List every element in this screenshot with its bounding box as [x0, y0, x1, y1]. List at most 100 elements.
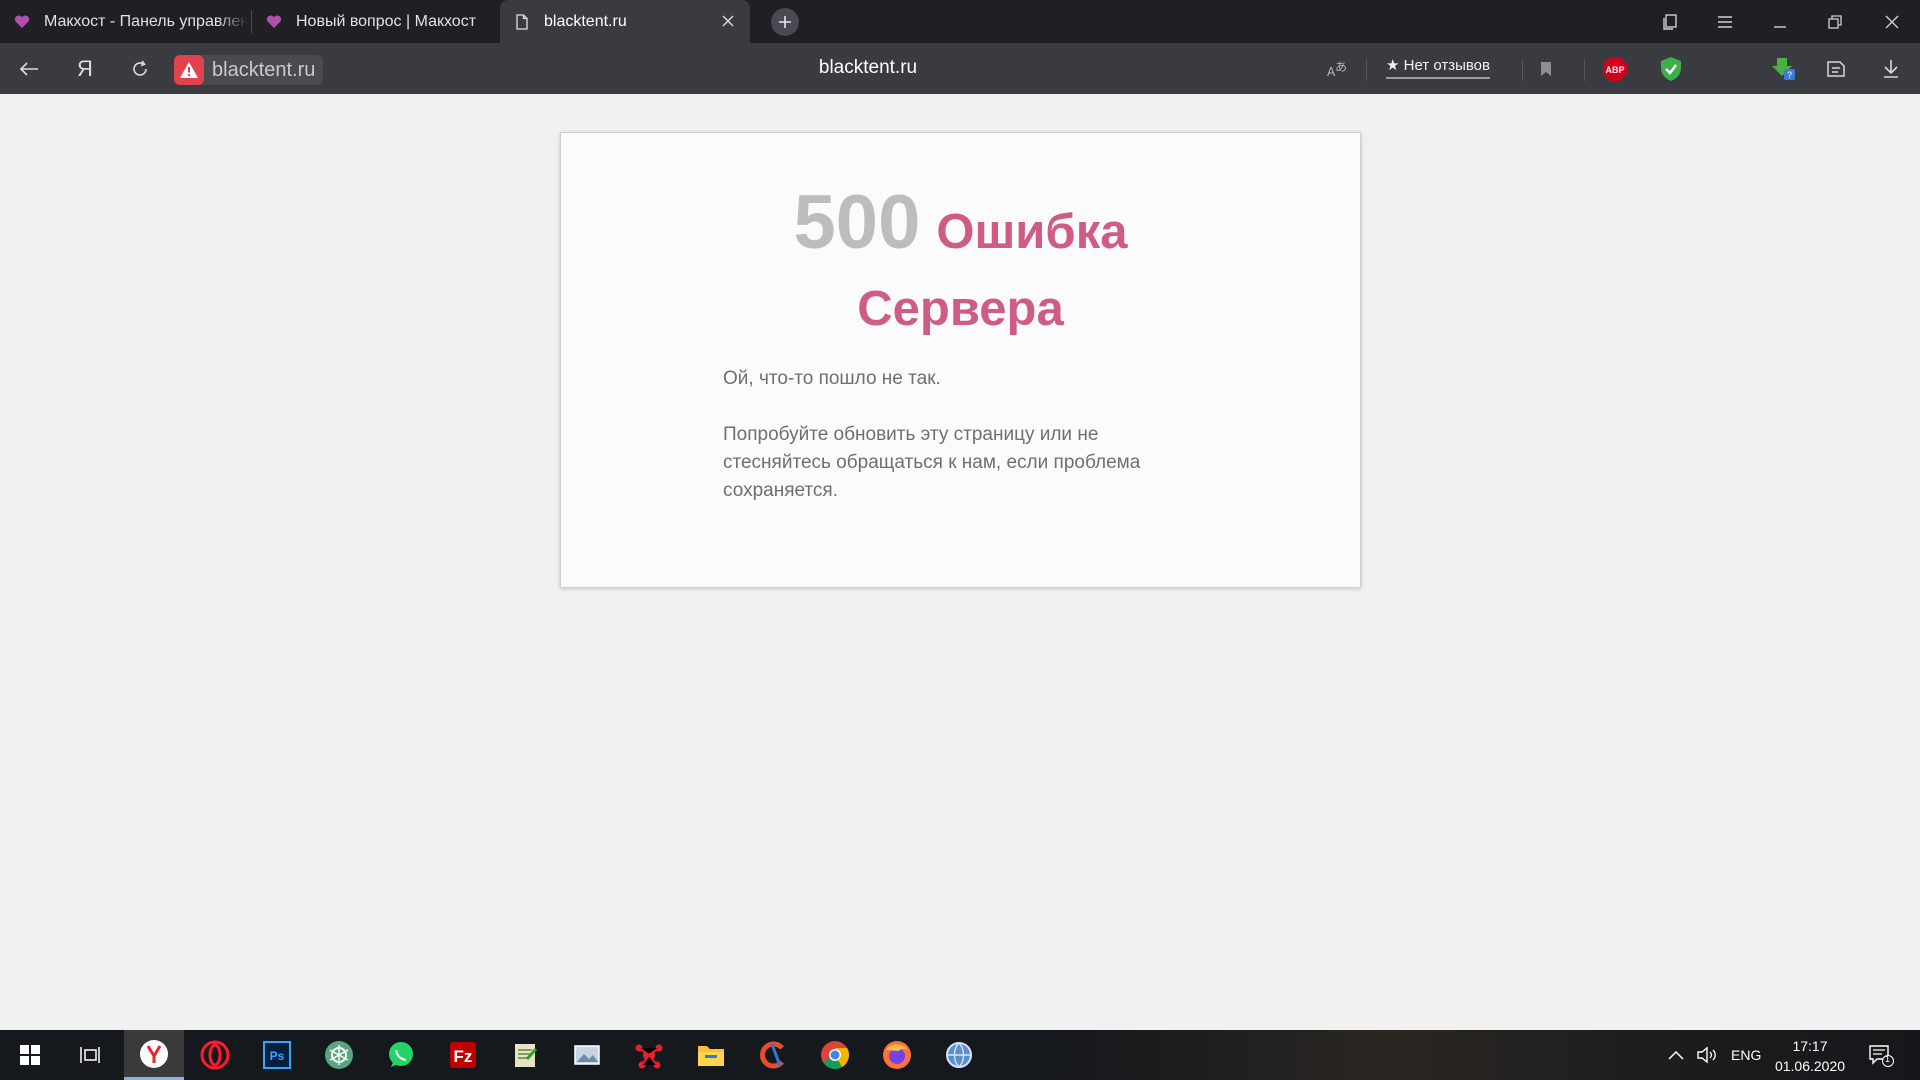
start-icon — [20, 1045, 40, 1065]
image-viewer-icon — [574, 1045, 600, 1065]
clock-date: 01.06.2020 — [1774, 1058, 1846, 1074]
tab-new-question[interactable]: Новый вопрос | Макхост — [252, 0, 498, 43]
close-window-button[interactable] — [1877, 7, 1907, 37]
restore-icon — [1828, 15, 1842, 29]
plus-icon — [779, 16, 791, 28]
taskbar-firefox[interactable] — [867, 1030, 927, 1080]
close-icon — [1885, 15, 1899, 29]
file-explorer-icon — [698, 1046, 724, 1066]
error-title-line1: Ошибка — [936, 205, 1128, 259]
taskbar-image-viewer[interactable] — [557, 1030, 617, 1080]
svg-text:?: ? — [1787, 70, 1792, 80]
whatsapp-icon — [389, 1042, 413, 1067]
tab-title: Макхост - Панель управления — [44, 12, 248, 30]
error-heading: 500 Ошибка — [561, 179, 1360, 266]
filezilla-icon: Fz — [450, 1042, 476, 1068]
toolbar-divider — [1522, 59, 1523, 81]
tab-strip: Макхост - Панель управления Новый вопрос… — [0, 0, 1920, 43]
page-favicon-icon — [514, 13, 530, 30]
translate-icon: Aあ — [1327, 60, 1347, 78]
language-indicator[interactable]: ENG — [1731, 1030, 1761, 1080]
error-body: Ой, что-то пошло не так. Попробуйте обно… — [723, 365, 1183, 533]
taskbar-chrome[interactable] — [805, 1030, 865, 1080]
globe-app-icon — [946, 1042, 972, 1068]
hamburger-icon — [1718, 16, 1732, 28]
chevron-up-icon — [1668, 1050, 1684, 1060]
heart-favicon-icon — [14, 14, 30, 30]
ccleaner-icon — [760, 1041, 784, 1069]
adblock-plus-button[interactable]: ABP — [1599, 53, 1631, 85]
taskbar-chatgpt[interactable] — [309, 1030, 369, 1080]
shield-check-icon — [1661, 57, 1681, 81]
heart-favicon-icon — [266, 14, 282, 30]
task-view-icon — [80, 1047, 100, 1063]
taskbar-opera[interactable] — [185, 1030, 245, 1080]
notification-icon — [1869, 1045, 1894, 1067]
taskbar-ccleaner[interactable] — [743, 1030, 803, 1080]
taskbar-notepad[interactable] — [495, 1030, 555, 1080]
error-code: 500 — [793, 180, 921, 265]
toolbar-divider — [1584, 59, 1585, 81]
notepad-icon — [515, 1044, 538, 1067]
toolbar-divider — [1366, 59, 1367, 81]
collections-icon — [1663, 14, 1677, 30]
task-view-button[interactable] — [60, 1030, 120, 1080]
download-master-icon: ? — [1772, 58, 1795, 80]
bookmark-icon — [1541, 62, 1551, 76]
volume-button[interactable] — [1696, 1030, 1718, 1080]
tab-makhost-panel[interactable]: Макхост - Панель управления — [0, 0, 248, 43]
clock-time: 17:17 — [1792, 1038, 1828, 1054]
error-message: Ой, что-то пошло не так. — [723, 368, 941, 389]
page-viewport: 500 Ошибка Сервера Ой, что-то пошло не та… — [0, 94, 1920, 1030]
windows-taskbar: Ps Fz ENG 17:17 01.06.2020 1 — [0, 1030, 1920, 1080]
tab-blacktent[interactable]: blacktent.ru — [500, 0, 750, 43]
firefox-icon — [883, 1041, 911, 1069]
speaker-icon — [1697, 1046, 1716, 1064]
download-icon — [1884, 60, 1898, 78]
new-tab-button[interactable] — [771, 8, 799, 36]
network-icon — [635, 1044, 663, 1069]
restore-button[interactable] — [1820, 7, 1850, 37]
chatgpt-icon — [325, 1041, 353, 1069]
tray-overflow-button[interactable] — [1668, 1030, 1684, 1080]
reader-button[interactable] — [1820, 53, 1852, 85]
error-hint: Попробуйте обновить эту страницу или не … — [723, 424, 1141, 501]
download-master-button[interactable]: ? — [1767, 53, 1799, 85]
yandex-browser-icon — [140, 1039, 168, 1068]
browser-toolbar: Я blacktent.ru blacktent.ru Aあ ★ Нет отз… — [0, 43, 1920, 94]
taskbar-network-app[interactable] — [619, 1030, 679, 1080]
minimize-icon — [1774, 26, 1786, 28]
svg-text:Fz: Fz — [454, 1047, 473, 1066]
reviews-button[interactable]: ★ Нет отзывов — [1386, 56, 1490, 79]
minimize-button[interactable] — [1765, 7, 1795, 37]
action-center-button[interactable]: 1 — [1868, 1030, 1894, 1080]
translate-button[interactable]: Aあ — [1321, 53, 1353, 85]
taskbar-filezilla[interactable]: Fz — [433, 1030, 493, 1080]
taskbar-photoshop[interactable]: Ps — [247, 1030, 307, 1080]
svg-text:Ps: Ps — [270, 1049, 285, 1063]
svg-text:あ: あ — [1335, 60, 1347, 74]
chrome-icon — [821, 1041, 849, 1069]
taskbar-globe-app[interactable] — [929, 1030, 989, 1080]
bookmark-button[interactable] — [1530, 53, 1562, 85]
svg-text:ABP: ABP — [1605, 65, 1624, 75]
opera-icon — [200, 1040, 230, 1070]
adblock-plus-icon: ABP — [1603, 57, 1627, 81]
protection-button[interactable] — [1655, 53, 1687, 85]
tab-collection-button[interactable] — [1655, 7, 1685, 37]
error-card: 500 Ошибка Сервера Ой, что-то пошло не та… — [560, 132, 1361, 588]
error-title-line2: Сервера — [857, 282, 1064, 336]
downloads-button[interactable] — [1875, 53, 1907, 85]
tab-title: blacktent.ru — [544, 12, 627, 30]
taskbar-yandex-browser[interactable] — [124, 1030, 184, 1080]
photoshop-icon: Ps — [263, 1041, 291, 1069]
reader-icon — [1827, 61, 1845, 77]
notification-count: 1 — [1885, 1054, 1891, 1064]
taskbar-file-explorer[interactable] — [681, 1030, 741, 1080]
clock[interactable]: 17:17 01.06.2020 — [1770, 1036, 1850, 1076]
menu-button[interactable] — [1710, 7, 1740, 37]
close-tab-icon[interactable] — [718, 11, 738, 31]
tab-title: Новый вопрос | Макхост — [296, 12, 477, 30]
taskbar-whatsapp[interactable] — [371, 1030, 431, 1080]
start-button[interactable] — [0, 1030, 60, 1080]
